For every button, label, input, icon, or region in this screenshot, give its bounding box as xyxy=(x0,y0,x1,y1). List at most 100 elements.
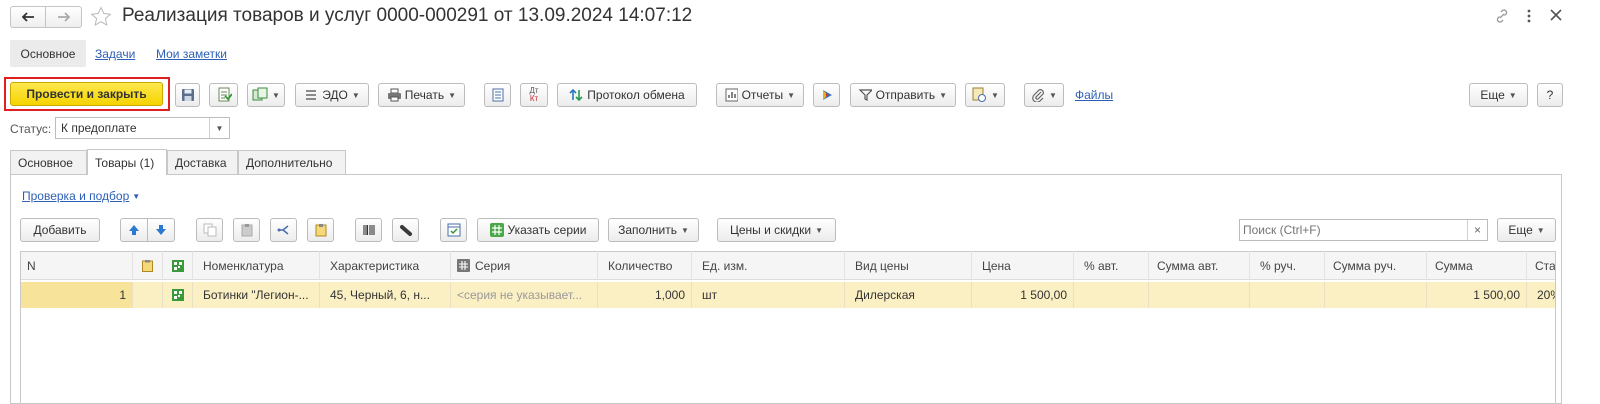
col-rate[interactable]: Ста xyxy=(1527,251,1555,280)
back-button[interactable] xyxy=(11,7,47,27)
tab-tasks[interactable]: Задачи xyxy=(95,47,135,61)
marking-icon xyxy=(171,289,184,301)
col-quantity[interactable]: Количество xyxy=(598,251,692,280)
doc-tab-delivery[interactable]: Доставка xyxy=(167,150,238,174)
move-up-button[interactable] xyxy=(121,219,148,241)
col-n[interactable]: N xyxy=(21,251,133,280)
paste-button[interactable] xyxy=(233,218,260,242)
col-reserve[interactable] xyxy=(133,251,163,280)
col-marking[interactable] xyxy=(163,251,193,280)
run-button[interactable] xyxy=(813,83,840,107)
col-auto-sum[interactable]: Сумма авт. xyxy=(1149,251,1250,280)
dt-kt-button[interactable]: Дт Кт xyxy=(520,83,548,107)
dropdown-button[interactable]: ▼ xyxy=(209,118,229,138)
help-button[interactable]: ? xyxy=(1537,83,1563,107)
check-select-link: Проверка и подбор xyxy=(22,189,130,203)
add-button[interactable]: Добавить xyxy=(20,218,100,242)
cell-auto-sum[interactable] xyxy=(1149,282,1250,308)
doc-tab-additional[interactable]: Дополнительно xyxy=(238,150,346,174)
col-price[interactable]: Цена xyxy=(972,251,1074,280)
cell-sum[interactable]: 1 500,00 xyxy=(1427,282,1527,308)
post-button[interactable] xyxy=(209,83,238,107)
col-manual-sum[interactable]: Сумма руч. xyxy=(1325,251,1427,280)
exchange-protocol-label: Протокол обмена xyxy=(587,88,685,102)
check-select-menu[interactable]: Проверка и подбор ▼ xyxy=(22,189,140,203)
paperclip-icon xyxy=(1032,89,1044,102)
more-button[interactable]: Еще ▼ xyxy=(1469,83,1528,107)
col-series[interactable]: Серия xyxy=(451,251,598,280)
prices-discounts-button[interactable]: Цены и скидки ▼ xyxy=(717,218,836,242)
link-icon[interactable] xyxy=(1494,8,1510,24)
document-gear-icon xyxy=(972,87,987,102)
more-label: Еще xyxy=(1480,88,1505,102)
create-based-button[interactable]: ▼ xyxy=(247,83,285,107)
save-button[interactable] xyxy=(175,83,200,107)
cell-marking[interactable] xyxy=(163,282,193,308)
col-characteristic[interactable]: Характеристика xyxy=(320,251,451,280)
copy-button[interactable] xyxy=(196,218,223,242)
arrow-down-icon xyxy=(156,225,166,235)
send-icon xyxy=(859,89,872,101)
specify-series-button[interactable]: Указать серии xyxy=(477,218,599,242)
col-unit[interactable]: Ед. изм. xyxy=(692,251,845,280)
tab-notes[interactable]: Мои заметки xyxy=(156,47,227,61)
col-nomenclature[interactable]: Номенклатура xyxy=(193,251,320,280)
cell-rate[interactable]: 20% xyxy=(1527,282,1555,308)
send-button[interactable]: Отправить ▼ xyxy=(850,83,956,107)
vertical-dots-icon[interactable] xyxy=(1526,9,1532,23)
col-manual-percent[interactable]: % руч. xyxy=(1250,251,1325,280)
status-select[interactable]: К предоплате ▼ xyxy=(55,117,230,139)
reports-label: Отчеты xyxy=(741,88,784,102)
clear-search-button[interactable]: × xyxy=(1467,220,1487,240)
tab-main[interactable]: Основное xyxy=(10,40,86,67)
goods-more-button[interactable]: Еще ▼ xyxy=(1497,218,1556,242)
chevron-down-icon: ▼ xyxy=(681,225,689,235)
attachments-button[interactable]: ▼ xyxy=(1024,83,1064,107)
cell-n[interactable]: 1 xyxy=(21,282,133,308)
fill-button[interactable]: Заполнить ▼ xyxy=(608,218,699,242)
split-icon xyxy=(277,225,288,235)
cell-price-type[interactable]: Дилерская xyxy=(845,282,972,308)
search-field[interactable] xyxy=(1240,223,1467,237)
doc-tab-goods[interactable]: Товары (1) xyxy=(87,149,167,175)
doc-tab-main[interactable]: Основное xyxy=(10,150,87,174)
scanner-button[interactable] xyxy=(392,218,419,242)
exchange-protocol-button[interactable]: Протокол обмена xyxy=(557,83,697,107)
col-price-type[interactable]: Вид цены xyxy=(845,251,972,280)
star-icon[interactable] xyxy=(90,6,112,27)
edo-button[interactable]: ЭДО ▼ xyxy=(295,83,369,107)
print-button[interactable]: Печать ▼ xyxy=(378,83,465,107)
specify-series-label: Указать серии xyxy=(507,223,587,237)
forward-button[interactable] xyxy=(46,7,81,27)
journal-button[interactable] xyxy=(484,83,511,107)
doc-tab-additional-label: Дополнительно xyxy=(246,155,333,170)
files-link[interactable]: Файлы xyxy=(1075,88,1113,102)
cell-price[interactable]: 1 500,00 xyxy=(972,282,1074,308)
check-table-button[interactable] xyxy=(440,218,467,242)
cell-unit[interactable]: шт xyxy=(692,282,845,308)
col-auto-percent[interactable]: % авт. xyxy=(1074,251,1149,280)
cell-manual-percent[interactable] xyxy=(1250,282,1325,308)
attach-doc-button[interactable]: ▼ xyxy=(965,83,1005,107)
cell-series[interactable]: <серия не указывает... xyxy=(451,282,598,308)
chevron-down-icon: ▼ xyxy=(991,90,999,100)
cell-reserve[interactable] xyxy=(133,282,163,308)
status-label: Статус: xyxy=(10,122,52,136)
col-series-label: Серия xyxy=(475,258,511,273)
chevron-down-icon: ▼ xyxy=(272,90,280,100)
cell-nomenclature[interactable]: Ботинки "Легион-... xyxy=(193,282,320,308)
cell-auto-percent[interactable] xyxy=(1074,282,1149,308)
split-button[interactable] xyxy=(270,218,297,242)
cell-manual-sum[interactable] xyxy=(1325,282,1427,308)
tab-main-label: Основное xyxy=(20,46,76,61)
col-sum[interactable]: Сумма xyxy=(1427,251,1527,280)
post-and-close-button[interactable]: Провести и закрыть xyxy=(10,82,163,106)
move-down-button[interactable] xyxy=(148,219,174,241)
close-icon[interactable] xyxy=(1550,9,1562,21)
search-input[interactable]: × xyxy=(1239,219,1488,241)
cell-characteristic[interactable]: 45, Черный, 6, н... xyxy=(320,282,451,308)
reports-button[interactable]: Отчеты ▼ xyxy=(716,83,804,107)
cell-quantity[interactable]: 1,000 xyxy=(598,282,692,308)
clipboard-button[interactable] xyxy=(307,218,334,242)
barcode-button[interactable] xyxy=(355,218,382,242)
